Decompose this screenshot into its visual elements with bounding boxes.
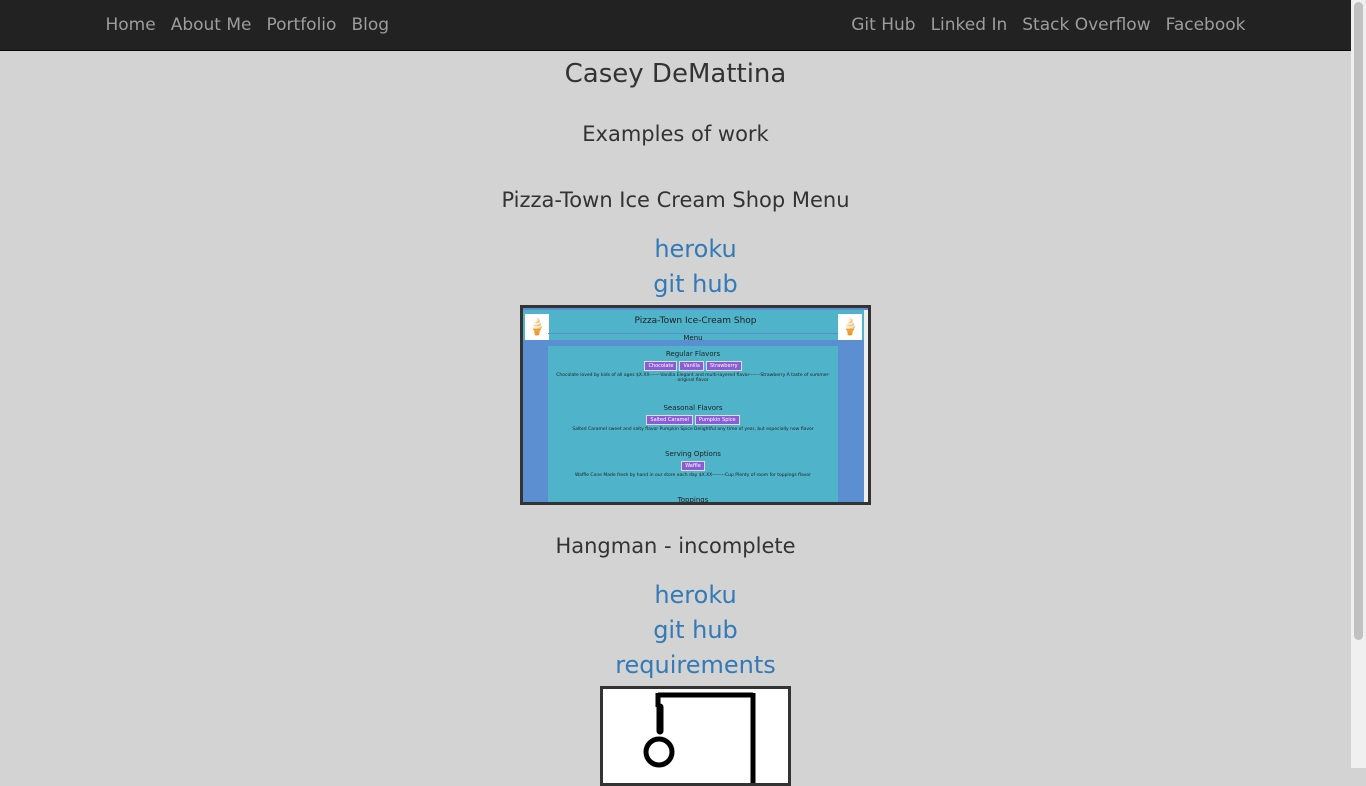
pizza-shop-title: Pizza-Town Ice-Cream Shop [634,316,757,326]
pizza-github-link[interactable]: git hub [0,270,1366,298]
nav-github-link[interactable]: Git Hub [844,0,923,50]
toppings-heading: Toppings [677,496,709,504]
page-title: Casey DeMattina [564,59,787,89]
nav-portfolio-link[interactable]: Portfolio [259,0,344,50]
nav-facebook-link[interactable]: Facebook [1158,0,1253,50]
pizza-menu-content: Regular Flavors Chocolate Vanilla Strawber… [548,346,838,504]
waffle-button: Waffle [681,461,705,471]
salted-caramel-button: Salted Caramel [646,415,693,425]
vanilla-button: Vanilla [679,361,704,371]
project-title-hangman: Hangman - incomplete [555,534,796,558]
hangman-requirements-link[interactable]: requirements [0,651,1366,679]
nav-left-group: Home About Me Portfolio Blog [98,0,397,50]
chocolate-button: Chocolate [644,361,678,371]
gallows-drawing [643,692,756,783]
nav-linkedin-link[interactable]: Linked In [923,0,1015,50]
pizza-screenshot[interactable]: 🍦 🍦 Pizza-Town Ice-Cream Shop Menu Regul… [520,305,871,505]
serving-options-description: Waffle Cone Made fresh by hand in our st… [574,473,812,478]
nav-home-link[interactable]: Home [98,0,163,50]
strawberry-button: Strawberry [705,361,742,371]
nav-stackoverflow-link[interactable]: Stack Overflow [1015,0,1158,50]
hangman-head [643,736,675,768]
regular-flavor-buttons: Chocolate Vanilla Strawberry [548,361,838,371]
seasonal-flavor-buttons: Salted Caramel Pumpkin Spice [548,415,838,425]
pizza-heroku-link[interactable]: heroku [0,235,1366,263]
scrollbar-thumb[interactable] [1354,2,1363,640]
hangman-github-link[interactable]: git hub [0,616,1366,644]
serving-option-buttons: Waffle [548,461,838,471]
nav-right-group: Git Hub Linked In Stack Overflow Faceboo… [844,0,1253,50]
pumpkin-spice-button: Pumpkin Spice [694,415,740,425]
seasonal-flavors-description: Salted Caramel sweet and salty flavor Pu… [572,427,814,432]
regular-flavors-heading: Regular Flavors [665,350,721,358]
regular-flavors-description: Chocolate loved by kids of all ages $X.X… [556,373,830,383]
pizza-menu-label: Menu [548,333,838,343]
nav-blog-link[interactable]: Blog [344,0,397,50]
top-navbar: Home About Me Portfolio Blog Git Hub Lin… [0,0,1351,51]
seasonal-flavors-heading: Seasonal Flavors [663,404,723,412]
nav-about-link[interactable]: About Me [163,0,259,50]
page-subtitle: Examples of work [582,122,769,146]
project-title-pizza: Pizza-Town Ice Cream Shop Menu [501,188,850,212]
serving-options-heading: Serving Options [665,450,721,458]
hangman-heroku-link[interactable]: heroku [0,581,1366,609]
hangman-screenshot[interactable] [600,686,791,786]
pizza-screenshot-scrollbar [864,310,868,502]
